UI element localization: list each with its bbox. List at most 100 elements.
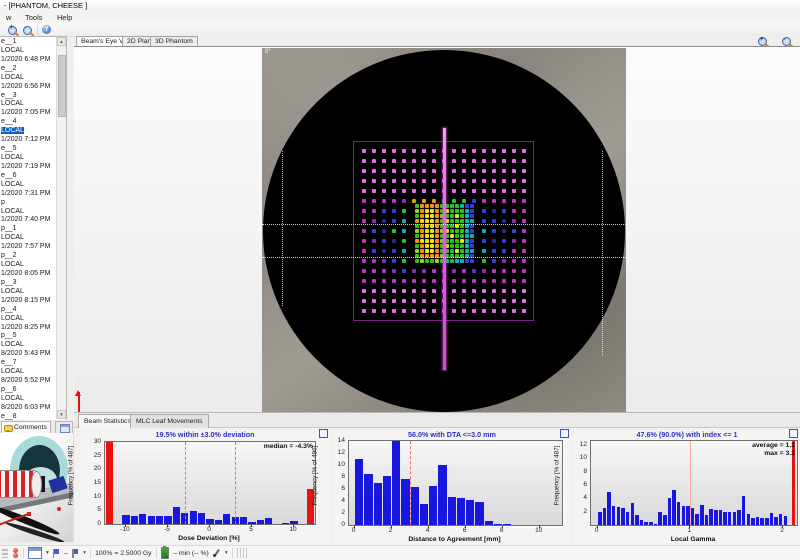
detector-dot <box>435 214 439 218</box>
list-item[interactable]: p__6 <box>0 386 56 395</box>
zoom-in-icon[interactable]: + <box>8 26 17 35</box>
list-item[interactable]: e__3 <box>0 92 56 101</box>
detector-dot <box>402 269 406 273</box>
red-marker-dot <box>57 507 61 511</box>
list-item[interactable]: LOCAL <box>0 315 56 324</box>
scroll-up-button[interactable]: ▲ <box>57 37 66 46</box>
histogram-bar <box>131 516 138 524</box>
list-item[interactable]: 1/2020 7:19 PM <box>0 163 56 172</box>
list-item[interactable]: 8/2020 6:03 PM <box>0 404 56 413</box>
list-item[interactable]: e__8 <box>0 413 56 420</box>
detector-dot <box>432 199 436 203</box>
list-item[interactable]: e__1 <box>0 38 56 47</box>
list-item[interactable]: p__5 <box>0 332 56 341</box>
list-item[interactable]: LOCAL <box>0 368 56 377</box>
list-item[interactable]: p__2 <box>0 252 56 261</box>
histogram-bar <box>621 508 625 525</box>
toolbar-grip <box>237 548 249 558</box>
isodose-flag-icon-1[interactable] <box>53 549 60 558</box>
list-item[interactable]: p__4 <box>0 306 56 315</box>
list-item[interactable]: e__7 <box>0 359 56 368</box>
list-item[interactable]: 1/2020 7:31 PM <box>0 190 56 199</box>
expand-icon[interactable] <box>319 429 328 438</box>
tab-beam-statistics[interactable]: Beam Statistics <box>78 414 137 428</box>
histogram-bar <box>223 514 230 524</box>
list-item[interactable]: 1/2020 7:05 PM <box>0 109 56 118</box>
list-item[interactable]: 1/2020 7:57 PM <box>0 243 56 252</box>
tick-label: 0 <box>333 521 345 528</box>
detector-dot <box>435 229 439 233</box>
list-item[interactable]: LOCAL <box>0 74 56 83</box>
list-item[interactable]: e__2 <box>0 65 56 74</box>
zoom-out-icon[interactable]: - <box>23 26 32 35</box>
detector-dot <box>460 259 464 263</box>
detector-dot <box>522 309 526 313</box>
detector-dot <box>462 169 466 173</box>
list-item-label: LOCAL <box>1 127 24 134</box>
chevron-down-icon-2[interactable]: ▾ <box>83 550 86 556</box>
list-item[interactable]: LOCAL <box>0 100 56 109</box>
scroll-down-button[interactable]: ▼ <box>57 410 66 419</box>
list-item[interactable]: e__4 <box>0 118 56 127</box>
tab-3d-phantom[interactable]: 3D Phantom <box>150 36 198 46</box>
chevron-down-icon-3[interactable]: ▾ <box>225 550 228 556</box>
expand-icon[interactable] <box>789 429 798 438</box>
histogram-bar <box>240 517 247 524</box>
list-item[interactable]: LOCAL <box>0 154 56 163</box>
detector-dot <box>482 199 486 203</box>
histogram-bar <box>215 520 222 524</box>
isodose-flag-icon-2[interactable] <box>72 549 79 558</box>
list-item[interactable]: p__1 <box>0 225 56 234</box>
detector-dot <box>420 219 424 223</box>
view-zoom-out-icon[interactable]: - <box>782 37 791 46</box>
beams-eye-view-canvas[interactable]: 0° <box>74 46 800 413</box>
list-item-label: 1/2020 7:19 PM <box>1 163 50 170</box>
detector-beads-icon[interactable] <box>12 548 19 558</box>
list-item[interactable]: 1/2020 8:25 PM <box>0 324 56 333</box>
display-mode-icon[interactable] <box>28 547 42 559</box>
menu-help[interactable]: Help <box>54 12 75 23</box>
expand-icon[interactable] <box>560 429 569 438</box>
list-item[interactable]: LOCAL <box>0 288 56 297</box>
detector-dot <box>470 249 474 253</box>
list-item[interactable]: 1/2020 6:48 PM <box>0 56 56 65</box>
chart-annotation: max = 3.2 <box>764 450 795 457</box>
list-item[interactable]: 1/2020 7:40 PM <box>0 216 56 225</box>
help-icon[interactable]: ? <box>42 25 51 34</box>
list-item[interactable]: 8/2020 5:52 PM <box>0 377 56 386</box>
detector-dot <box>372 259 376 263</box>
list-item[interactable]: p__3 <box>0 279 56 288</box>
detector-dot <box>415 244 419 248</box>
detector-dot <box>522 279 526 283</box>
list-item[interactable]: 8/2020 5:43 PM <box>0 350 56 359</box>
list-item[interactable]: LOCAL <box>0 395 56 404</box>
list-item[interactable]: LOCAL <box>0 127 56 136</box>
menu-view[interactable]: w <box>3 12 14 23</box>
tab-mlc-leaf-movements[interactable]: MLC Leaf Movements <box>130 414 209 428</box>
list-item[interactable]: 1/2020 8:05 PM <box>0 270 56 279</box>
list-item[interactable]: LOCAL <box>0 341 56 350</box>
list-item[interactable]: e__6 <box>0 172 56 181</box>
list-item[interactable]: 1/2020 8:15 PM <box>0 297 56 306</box>
detector-dot <box>402 229 406 233</box>
view-zoom-in-icon[interactable]: + <box>758 37 767 46</box>
menu-tools[interactable]: Tools <box>22 12 46 23</box>
histogram-bar <box>392 441 400 525</box>
detector-dot <box>362 309 366 313</box>
plot-area: average = 1.1max = 3.2 <box>590 440 798 526</box>
list-item[interactable]: LOCAL <box>0 208 56 217</box>
list-item[interactable]: p <box>0 199 56 208</box>
list-item[interactable]: LOCAL <box>0 234 56 243</box>
list-item[interactable]: 1/2020 6:56 PM <box>0 83 56 92</box>
scrollbar-thumb[interactable] <box>58 55 66 117</box>
list-item[interactable]: 1/2020 7:12 PM <box>0 136 56 145</box>
probe-tool-icon[interactable] <box>213 549 221 558</box>
list-item[interactable]: LOCAL <box>0 181 56 190</box>
chevron-down-icon[interactable]: ▾ <box>46 550 49 556</box>
list-item[interactable]: LOCAL <box>0 47 56 56</box>
detector-dot <box>512 189 516 193</box>
list-item[interactable]: e__5 <box>0 145 56 154</box>
sidebar-scrollbar[interactable]: ▲ ▼ <box>56 37 66 419</box>
list-item[interactable]: LOCAL <box>0 261 56 270</box>
detector-dot <box>452 169 456 173</box>
